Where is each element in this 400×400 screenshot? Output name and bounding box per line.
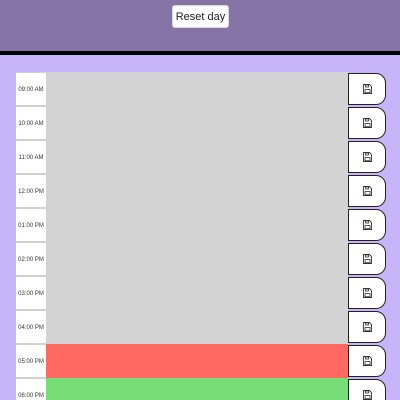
hour-label: 02:00 PM	[16, 242, 46, 276]
save-file-icon	[362, 288, 372, 298]
task-input[interactable]	[46, 310, 348, 344]
hour-row: 02:00 PM	[16, 242, 386, 276]
hour-label: 01:00 PM	[16, 208, 46, 242]
save-button[interactable]	[348, 379, 386, 400]
save-file-icon	[362, 322, 372, 332]
task-input[interactable]	[46, 276, 348, 310]
hour-row: 09:00 AM	[16, 72, 386, 106]
hour-row: 11:00 AM	[16, 140, 386, 174]
save-file-icon	[362, 390, 372, 400]
save-file-icon	[362, 186, 372, 196]
hour-row: 03:00 PM	[16, 276, 386, 310]
hour-label: 10:00 AM	[16, 106, 46, 140]
save-button[interactable]	[348, 73, 386, 105]
header-bar: Reset day	[0, 0, 400, 55]
hour-row: 06:00 PM	[16, 378, 386, 400]
hour-label: 09:00 AM	[16, 72, 46, 106]
task-input[interactable]	[46, 344, 348, 378]
save-button[interactable]	[348, 345, 386, 377]
hour-label: 06:00 PM	[16, 378, 46, 400]
task-input[interactable]	[46, 174, 348, 208]
save-button[interactable]	[348, 243, 386, 275]
hour-label: 04:00 PM	[16, 310, 46, 344]
hour-row: 04:00 PM	[16, 310, 386, 344]
hour-row: 10:00 AM	[16, 106, 386, 140]
save-button[interactable]	[348, 141, 386, 173]
day-planner: 09:00 AM 10:00 AM 11:00 AM 12:00 PM 01:00 PM…	[16, 72, 386, 400]
save-file-icon	[362, 254, 372, 264]
task-input[interactable]	[46, 72, 348, 106]
hour-row: 01:00 PM	[16, 208, 386, 242]
save-button[interactable]	[348, 311, 386, 343]
hour-label: 05:00 PM	[16, 344, 46, 378]
hour-label: 12:00 PM	[16, 174, 46, 208]
reset-day-button[interactable]: Reset day	[172, 5, 229, 28]
hour-row: 05:00 PM	[16, 344, 386, 378]
hour-label: 11:00 AM	[16, 140, 46, 174]
task-input[interactable]	[46, 242, 348, 276]
save-button[interactable]	[348, 175, 386, 207]
task-input[interactable]	[46, 378, 348, 400]
task-input[interactable]	[46, 106, 348, 140]
hour-row: 12:00 PM	[16, 174, 386, 208]
task-input[interactable]	[46, 140, 348, 174]
save-file-icon	[362, 152, 372, 162]
save-file-icon	[362, 84, 372, 94]
hour-label: 03:00 PM	[16, 276, 46, 310]
save-file-icon	[362, 220, 372, 230]
task-input[interactable]	[46, 208, 348, 242]
save-file-icon	[362, 356, 372, 366]
save-file-icon	[362, 118, 372, 128]
save-button[interactable]	[348, 277, 386, 309]
save-button[interactable]	[348, 209, 386, 241]
save-button[interactable]	[348, 107, 386, 139]
